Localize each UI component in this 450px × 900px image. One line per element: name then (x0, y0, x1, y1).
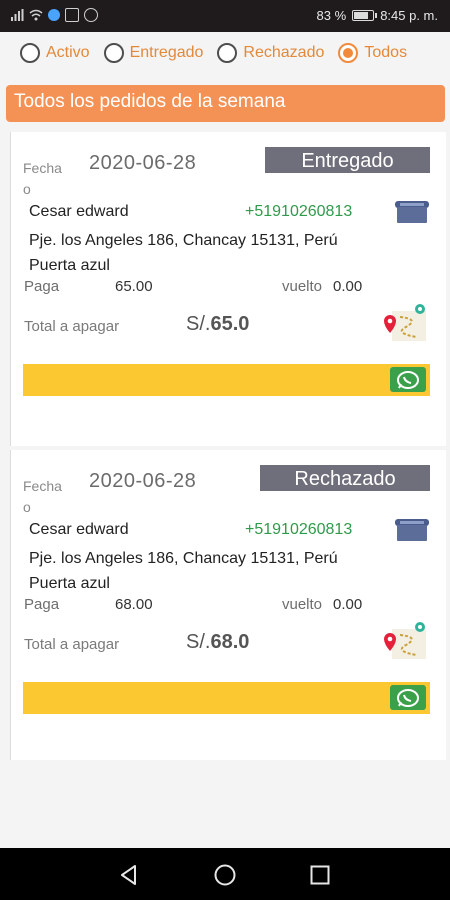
radio-circle[interactable] (103, 43, 124, 63)
notification-dot-icon (48, 9, 60, 21)
order-action-bar[interactable] (23, 364, 430, 396)
customer-phone[interactable]: +51910260813 (245, 203, 352, 221)
currency-symbol: S/. (186, 313, 211, 335)
order-card[interactable]: Fecha o 2020-06-28 Entregado Cesar edwar… (10, 132, 446, 446)
order-date: 2020-06-28 (89, 152, 197, 174)
status-filter-group: Activo Entregado Rechazado Todos (20, 43, 430, 63)
home-icon[interactable] (213, 863, 237, 887)
wifi-icon (29, 9, 43, 21)
customer-name: Cesar edward (29, 203, 129, 220)
section-title-banner: Todos los pedidos de la semana (6, 85, 445, 122)
status-bar: 83 % 8:45 p. m. (0, 0, 450, 32)
filter-rechazado[interactable]: Rechazado (217, 43, 324, 63)
currency-symbol: S/. (186, 631, 211, 653)
address-line: Pje. los Angeles 186, Chancay 15131, Per… (29, 232, 338, 249)
filter-activo[interactable]: Activo (20, 43, 90, 63)
map-route-icon[interactable] (376, 621, 428, 661)
whatsapp-icon (397, 688, 419, 707)
clock: 8:45 p. m. (380, 8, 438, 23)
filter-label: Entregado (129, 44, 204, 61)
whatsapp-button[interactable] (390, 367, 426, 392)
customer-name: Cesar edward (29, 521, 129, 538)
whatsapp-button[interactable] (390, 685, 426, 710)
signal-icon (11, 9, 24, 21)
delivery-address: Pje. los Angeles 186, Chancay 15131, Per… (29, 228, 379, 278)
paga-value: 65.00 (115, 278, 153, 295)
address-reference: Puerta azul (29, 257, 110, 274)
address-line: Pje. los Angeles 186, Chancay 15131, Per… (29, 550, 338, 567)
filter-label: Rechazado (243, 44, 325, 61)
filter-label: Activo (46, 44, 90, 61)
battery-icon (352, 10, 378, 21)
paga-label: Paga (24, 596, 60, 613)
order-date: 2020-06-28 (89, 470, 197, 492)
package-box-icon[interactable] (394, 516, 430, 542)
vuelto-value: 0.00 (333, 596, 363, 613)
status-badge: Entregado (265, 147, 430, 173)
fecha-label: Fecha o (23, 160, 62, 197)
radio-circle[interactable] (20, 43, 40, 63)
address-reference: Puerta azul (29, 575, 110, 592)
vuelto-label: vuelto (282, 278, 323, 295)
delivery-address: Pje. los Angeles 186, Chancay 15131, Per… (29, 546, 379, 596)
target-icon (84, 8, 98, 22)
image-icon (65, 8, 79, 22)
filter-entregado[interactable]: Entregado (103, 43, 204, 63)
total-amount: S/.68.0 (186, 631, 249, 654)
filter-label: Todos (364, 44, 408, 61)
total-value: 68.0 (210, 631, 250, 653)
order-card[interactable]: Fecha o 2020-06-28 Rechazado Cesar edwar… (10, 450, 446, 760)
paga-value: 68.00 (115, 596, 153, 613)
status-icons (10, 8, 98, 22)
total-label: Total a apagar (24, 636, 120, 653)
radio-circle[interactable] (338, 43, 359, 63)
radio-circle[interactable] (217, 43, 238, 63)
recents-icon[interactable] (308, 863, 332, 887)
vuelto-label: vuelto (282, 596, 323, 613)
customer-phone[interactable]: +51910260813 (245, 521, 352, 539)
order-action-bar[interactable] (23, 682, 430, 714)
total-value: 65.0 (210, 313, 250, 335)
system-nav-bar (0, 848, 450, 900)
vuelto-value: 0.00 (333, 278, 363, 295)
filter-todos[interactable]: Todos (338, 43, 407, 63)
total-label: Total a apagar (24, 318, 120, 335)
battery-level (354, 12, 369, 19)
back-icon[interactable] (117, 863, 141, 887)
fecha-label: Fecha o (23, 478, 62, 515)
status-badge: Rechazado (260, 465, 430, 491)
whatsapp-icon (397, 370, 419, 389)
package-box-icon[interactable] (394, 198, 430, 224)
map-route-icon[interactable] (376, 303, 428, 343)
battery-percent: 83 % (316, 8, 347, 23)
paga-label: Paga (24, 278, 60, 295)
total-amount: S/.65.0 (186, 313, 249, 336)
